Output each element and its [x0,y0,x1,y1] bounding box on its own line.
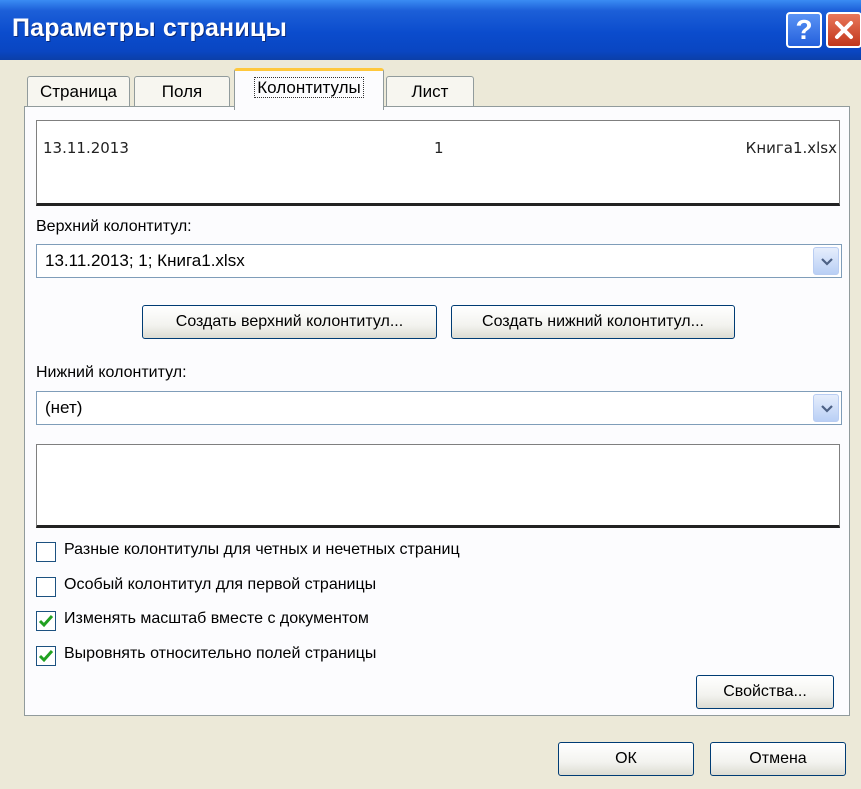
ok-button[interactable]: ОК [558,742,694,776]
create-footer-button[interactable]: Создать нижний колонтитул... [451,305,735,339]
footer-label: Нижний колонтитул: [36,364,187,381]
chevron-down-icon [821,405,833,413]
checkmark-icon [38,650,54,663]
odd-even-checkbox[interactable] [36,542,56,562]
help-button[interactable]: ? [786,12,822,48]
checkmark-icon [38,615,54,628]
close-button[interactable] [826,12,861,48]
footer-select-value: (нет) [45,398,83,417]
cancel-button[interactable]: Отмена [710,742,846,776]
tab-page[interactable]: Страница [27,76,130,108]
tab-header-footer[interactable]: Колонтитулы [234,68,384,110]
properties-button[interactable]: Свойства... [696,675,834,709]
footer-dropdown-button[interactable] [813,394,839,422]
tab-margins[interactable]: Поля [134,76,230,108]
option-label: Разные колонтитулы для четных и нечетных… [64,541,460,558]
header-select[interactable]: 13.11.2013; 1; Книга1.xlsx [36,244,842,278]
header-label: Верхний колонтитул: [36,218,192,235]
header-preview-right: Книга1.xlsx [745,139,837,157]
tab-strip: Страница Поля Колонтитулы Лист [0,60,861,110]
scale-checkbox[interactable] [36,611,56,631]
page-setup-dialog: Параметры страницы ? Страница Поля Колон… [0,0,861,789]
header-preview-left: 13.11.2013 [43,139,129,157]
option-label: Выровнять относительно полей страницы [64,645,377,662]
align-checkbox[interactable] [36,646,56,666]
header-preview-center: 1 [434,139,444,157]
option-label: Особый колонтитул для первой страницы [64,576,377,593]
header-select-value: 13.11.2013; 1; Книга1.xlsx [45,251,245,270]
footer-preview [36,444,840,528]
chevron-down-icon [821,258,833,266]
option-label: Изменять масштаб вместе с документом [64,610,369,627]
help-icon: ? [795,14,813,45]
first-page-checkbox[interactable] [36,577,56,597]
title-bar[interactable]: Параметры страницы ? [0,0,861,60]
header-dropdown-button[interactable] [813,247,839,275]
close-icon [835,21,853,39]
dialog-title: Параметры страницы [12,14,288,42]
header-preview: 13.11.2013 1 Книга1.xlsx [36,120,840,206]
create-header-button[interactable]: Создать верхний колонтитул... [142,305,437,339]
tab-sheet[interactable]: Лист [386,76,474,108]
footer-select[interactable]: (нет) [36,391,842,425]
